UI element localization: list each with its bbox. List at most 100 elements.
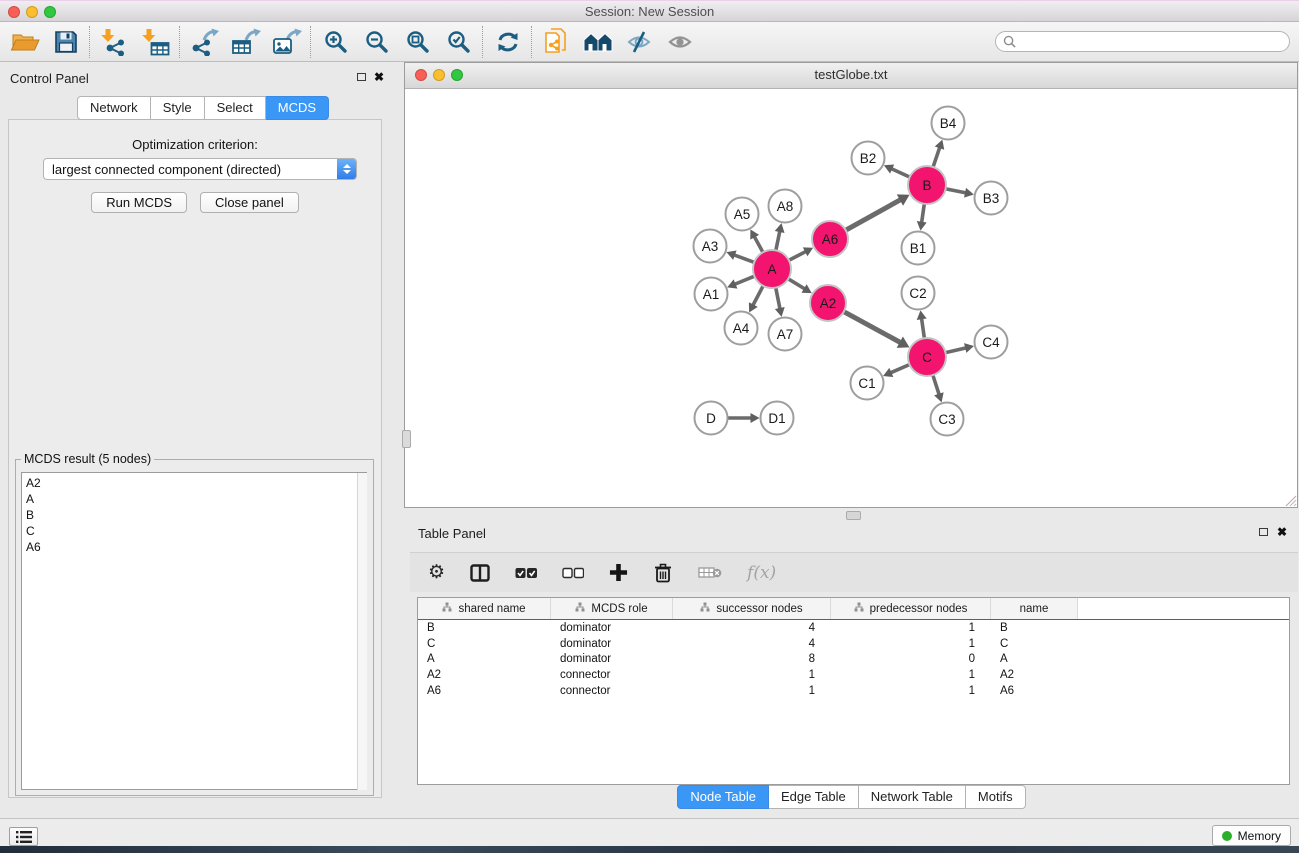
table-cell[interactable]: dominator	[551, 638, 673, 650]
table-cell[interactable]: A	[991, 653, 1078, 665]
save-session-button[interactable]	[45, 25, 86, 59]
show-all-button[interactable]	[659, 25, 700, 59]
column-header[interactable]: predecessor nodes	[831, 598, 991, 619]
graph-edge[interactable]	[734, 276, 755, 285]
graph-edge[interactable]	[933, 147, 940, 168]
column-header[interactable]: successor nodes	[673, 598, 831, 619]
memory-button[interactable]: Memory	[1212, 825, 1291, 846]
table-cell[interactable]: 4	[673, 638, 831, 650]
table-cell[interactable]: A2	[418, 669, 551, 681]
table-float-panel-icon[interactable]	[1259, 528, 1268, 536]
graph-edge[interactable]	[788, 251, 806, 261]
search-input[interactable]	[1021, 33, 1289, 51]
network-graph[interactable]: AA1A2A3A4A5A6A7A8BB1B2B3B4CC1C2C3C4DD1	[405, 89, 1297, 508]
table-cell[interactable]: dominator	[551, 653, 673, 665]
hide-selected-button[interactable]	[618, 25, 659, 59]
graph-edge[interactable]	[843, 311, 901, 343]
table-row[interactable]: Cdominator41C	[418, 636, 1289, 652]
mcds-result-item[interactable]: B	[26, 507, 366, 523]
mcds-result-item[interactable]: A	[26, 491, 366, 507]
delete-row-button[interactable]	[653, 560, 673, 586]
zoom-out-button[interactable]	[356, 25, 397, 59]
column-header[interactable]: name	[991, 598, 1078, 619]
tab-node-table[interactable]: Node Table	[677, 785, 769, 809]
task-history-button[interactable]	[9, 827, 38, 846]
refresh-button[interactable]	[487, 25, 528, 59]
mcds-result-item[interactable]: A2	[26, 475, 366, 491]
resize-grip-icon[interactable]	[1284, 494, 1297, 507]
graph-edge[interactable]	[933, 374, 940, 395]
graph-edge[interactable]	[733, 255, 755, 263]
close-panel-button[interactable]: Close panel	[200, 192, 299, 213]
tab-select[interactable]: Select	[205, 96, 266, 120]
table-cell[interactable]: A6	[418, 685, 551, 697]
table-cell[interactable]: 8	[673, 653, 831, 665]
delete-table-button[interactable]	[698, 560, 722, 586]
export-table-button[interactable]	[225, 25, 266, 59]
table-cell[interactable]: 4	[673, 622, 831, 634]
table-cell[interactable]: C	[418, 638, 551, 650]
mcds-result-item[interactable]: A6	[26, 539, 366, 555]
column-layout-button[interactable]	[470, 560, 490, 586]
graph-edge[interactable]	[754, 236, 763, 253]
table-cell[interactable]: 0	[831, 653, 991, 665]
deselect-all-button[interactable]	[562, 560, 584, 586]
float-panel-icon[interactable]	[357, 73, 366, 81]
tab-mcds[interactable]: MCDS	[266, 96, 329, 120]
optimization-criterion-select[interactable]: largest connected component (directed)	[43, 158, 357, 180]
column-header[interactable]: MCDS role	[551, 598, 673, 619]
table-cell[interactable]: A2	[991, 669, 1078, 681]
zoom-fit-button[interactable]	[397, 25, 438, 59]
close-panel-icon[interactable]: ✖	[374, 71, 384, 83]
export-network-button[interactable]	[184, 25, 225, 59]
tab-motifs[interactable]: Motifs	[966, 785, 1026, 809]
graph-edge[interactable]	[776, 287, 781, 310]
graph-edge[interactable]	[890, 364, 911, 373]
graph-edge[interactable]	[945, 348, 967, 353]
table-cell[interactable]: 1	[673, 669, 831, 681]
table-cell[interactable]: B	[991, 622, 1078, 634]
table-settings-button[interactable]: ⚙	[428, 560, 445, 586]
table-cell[interactable]: connector	[551, 669, 673, 681]
table-row[interactable]: Adominator80A	[418, 652, 1289, 668]
table-cell[interactable]: dominator	[551, 622, 673, 634]
node-table[interactable]: shared nameMCDS rolesuccessor nodesprede…	[417, 597, 1290, 785]
table-cell[interactable]: A	[418, 653, 551, 665]
mcds-result-list[interactable]: A2ABCA6	[21, 472, 367, 790]
table-cell[interactable]: C	[991, 638, 1078, 650]
add-row-button[interactable]	[609, 560, 628, 586]
graph-edge[interactable]	[945, 189, 967, 193]
graph-edge[interactable]	[891, 168, 911, 177]
import-table-button[interactable]	[135, 25, 176, 59]
graph-edge[interactable]	[845, 199, 901, 230]
table-row[interactable]: Bdominator41B	[418, 620, 1289, 636]
graph-edge[interactable]	[921, 318, 924, 339]
open-session-button[interactable]	[4, 25, 45, 59]
graph-edge[interactable]	[776, 230, 780, 251]
table-cell[interactable]: 1	[831, 638, 991, 650]
network-from-file-button[interactable]	[536, 25, 577, 59]
result-scrollbar[interactable]	[357, 473, 367, 790]
tab-network[interactable]: Network	[77, 96, 151, 120]
network-canvas[interactable]: AA1A2A3A4A5A6A7A8BB1B2B3B4CC1C2C3C4DD1	[405, 89, 1297, 507]
zoom-in-button[interactable]	[315, 25, 356, 59]
run-mcds-button[interactable]: Run MCDS	[91, 192, 187, 213]
left-splitter-handle[interactable]	[402, 430, 411, 448]
table-cell[interactable]: 1	[831, 669, 991, 681]
table-cell[interactable]: 1	[831, 685, 991, 697]
mcds-result-item[interactable]: C	[26, 523, 366, 539]
tab-style[interactable]: Style	[151, 96, 205, 120]
export-image-button[interactable]	[266, 25, 307, 59]
graph-edge[interactable]	[922, 203, 925, 223]
table-cell[interactable]: connector	[551, 685, 673, 697]
select-all-button[interactable]	[515, 560, 537, 586]
table-row[interactable]: A6connector11A6	[418, 683, 1289, 699]
table-cell[interactable]: B	[418, 622, 551, 634]
table-close-panel-icon[interactable]: ✖	[1277, 526, 1287, 538]
home-button[interactable]	[577, 25, 618, 59]
table-row[interactable]: A2connector11A2	[418, 667, 1289, 683]
zoom-selected-button[interactable]	[438, 25, 479, 59]
graph-edge[interactable]	[753, 285, 764, 306]
column-header[interactable]: shared name	[418, 598, 551, 619]
table-cell[interactable]: 1	[673, 685, 831, 697]
